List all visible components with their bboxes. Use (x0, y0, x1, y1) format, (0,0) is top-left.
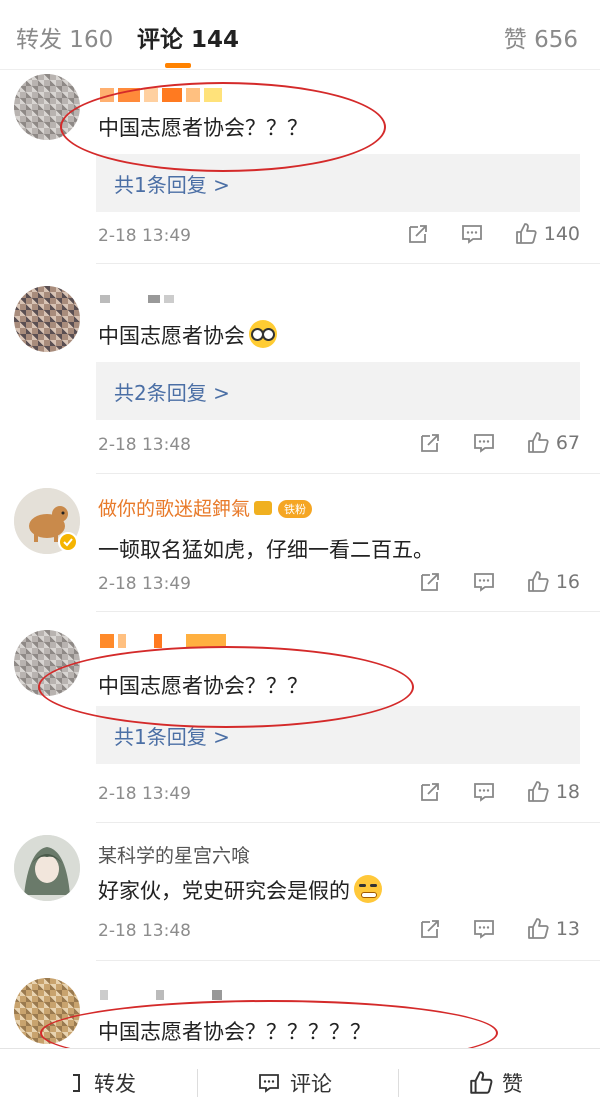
comment-icon[interactable] (472, 570, 496, 594)
tab-comment[interactable]: 评论 144 (137, 20, 239, 54)
like-count: 18 (555, 781, 580, 803)
comment-text: 一顿取名猛如虎，仔细一看二百五。 (98, 538, 434, 562)
divider (0, 69, 600, 70)
tab-like[interactable]: 赞 656 (504, 20, 578, 54)
avatar[interactable] (14, 286, 80, 352)
comment-icon[interactable] (460, 222, 484, 246)
active-tab-indicator (165, 63, 191, 68)
crown-icon (254, 501, 273, 515)
comment-time: 2-18 13:49 (98, 784, 191, 804)
comment-icon[interactable] (472, 780, 496, 804)
share-icon[interactable] (418, 431, 442, 455)
share-icon[interactable] (406, 222, 430, 246)
like-button[interactable]: 赞 (468, 1049, 523, 1116)
reply-box[interactable]: 共2条回复 > (96, 362, 580, 420)
divider (96, 960, 600, 961)
comment-text: 好家伙，党史研究会是假的 (98, 875, 382, 905)
divider (96, 473, 600, 474)
like-count: 16 (555, 571, 580, 593)
like-icon[interactable] (526, 780, 550, 804)
repost-button[interactable]: 转发 (70, 1049, 136, 1116)
like-icon[interactable] (526, 917, 550, 941)
comment-time: 2-18 13:49 (98, 226, 191, 246)
share-icon[interactable] (418, 780, 442, 804)
username-redacted[interactable] (100, 284, 174, 314)
username[interactable]: 做你的歌迷超鉀氣 铁粉 (98, 494, 313, 521)
comment-actions: 16 (388, 570, 580, 594)
username[interactable]: 某科学的星宫六喰 (98, 841, 250, 868)
view-replies-link[interactable]: 共1条回复 > (114, 169, 230, 198)
like-icon[interactable] (526, 570, 550, 594)
divider (398, 1069, 399, 1097)
share-icon[interactable] (418, 570, 442, 594)
anime-avatar-icon (14, 835, 80, 901)
comment-actions: 140 (376, 222, 580, 246)
smirk-emoji-icon (354, 875, 382, 903)
like-icon (470, 1070, 493, 1094)
comment-time: 2-18 13:49 (98, 574, 191, 594)
bottom-action-bar: 转发 评论 赞 (0, 1048, 600, 1116)
verified-badge-icon (58, 532, 78, 552)
like-icon[interactable] (526, 431, 550, 455)
like-icon[interactable] (514, 222, 538, 246)
divider (96, 263, 600, 264)
like-count: 140 (543, 223, 580, 245)
divider (96, 611, 600, 612)
comment-icon[interactable] (472, 917, 496, 941)
comment-icon[interactable] (472, 431, 496, 455)
comment-time: 2-18 13:48 (98, 921, 191, 941)
red-annotation-oval (60, 82, 386, 172)
divider (197, 1069, 198, 1097)
view-replies-link[interactable]: 共2条回复 > (114, 377, 230, 406)
comment-actions: 13 (388, 917, 580, 941)
comment-actions: 18 (388, 780, 580, 804)
divider (96, 822, 600, 823)
comment-tabs: 转发 160 评论 144 赞 656 (0, 0, 600, 70)
share-icon[interactable] (418, 917, 442, 941)
comment-actions: 67 (388, 431, 580, 455)
comment-button[interactable]: 评论 (256, 1049, 332, 1116)
like-count: 13 (555, 918, 580, 940)
red-annotation-oval (38, 646, 414, 728)
repost-icon (73, 1073, 80, 1092)
comment-icon (259, 1073, 279, 1093)
like-count: 67 (555, 432, 580, 454)
comment-time: 2-18 13:48 (98, 435, 191, 455)
shocked-emoji-icon (249, 320, 277, 348)
tab-repost[interactable]: 转发 160 (16, 20, 113, 54)
avatar[interactable] (14, 835, 80, 901)
comment-text: 中国志愿者协会 (98, 320, 277, 350)
fan-badge: 铁粉 (278, 500, 313, 518)
